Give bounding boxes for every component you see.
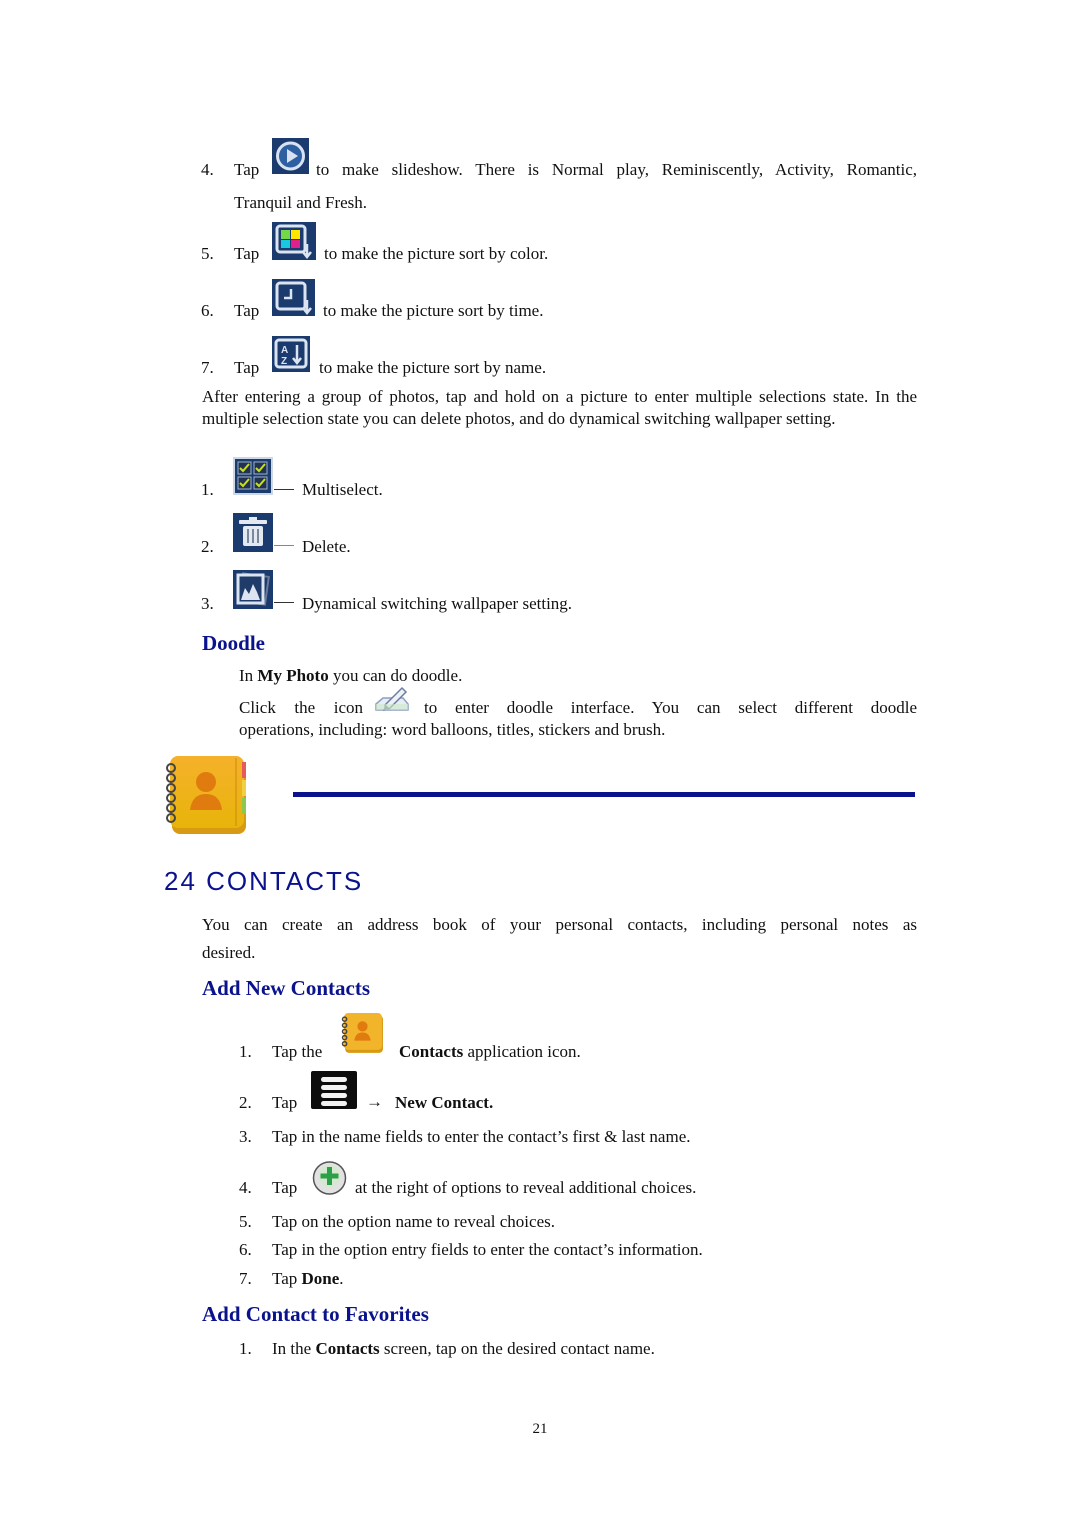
chapter-intro-line-1: You can create an address book of your p… [202,915,917,934]
step-text: to make the picture sort by color. [324,244,549,263]
step-number: 7. [239,1269,252,1288]
sort-by-color-icon [272,222,316,260]
step-number: 6. [239,1240,252,1259]
arrow-right-icon: → [366,1092,383,1111]
step-tap-label: Tap [234,301,260,320]
chapter-intro-line-2: desired. [202,943,256,962]
contacts-app-icon [162,754,250,838]
chapter-divider-rule [293,792,915,797]
step-number: 3. [239,1127,252,1146]
svg-text:Z: Z [281,356,287,367]
item-label: Delete. [302,537,351,556]
step-number: 5. [201,244,214,263]
step-number: 2. [239,1093,252,1112]
step-pre: Tap [272,1178,298,1197]
doodle-heading: Doodle [202,631,265,655]
connector-line [274,545,294,546]
doodle-line-1: In My Photo you can do doodle. [239,666,462,686]
doodle-pen-icon [373,684,411,714]
step-number: 1. [239,1339,252,1358]
contacts-app-name: Contacts [399,1042,464,1061]
sort-by-name-icon: A Z [272,336,310,372]
item-label: Multiselect. [302,480,383,499]
step-tap-label: Tap [234,358,260,377]
doodle-line-1-pre: In [239,666,258,685]
step-pre: Tap the [272,1042,323,1061]
step-number: 5. [239,1212,252,1231]
step-tap-label: Tap [234,160,260,179]
step-post: screen, tap on the desired contact name. [379,1339,655,1358]
sort-by-time-icon [272,279,315,316]
doodle-line-3: operations, including: word balloons, ti… [239,720,666,739]
contacts-screen-name: Contacts [315,1339,380,1358]
step-post: at the right of options to reveal additi… [355,1178,697,1197]
step-pre: In the [272,1339,316,1358]
step-post: . [339,1269,344,1288]
item-number: 3. [201,594,214,613]
my-photo-app-name: My Photo [257,666,329,685]
delete-icon [233,513,273,552]
step-tap-label: Tap [234,244,260,263]
multiselect-icon [233,457,273,495]
step-number: 6. [201,301,214,320]
step-number: 4. [201,160,214,179]
menu-icon [311,1071,357,1109]
item-number: 1. [201,480,214,499]
step-pre: Tap [272,1269,302,1288]
step-text: Tap in the option entry fields to enter … [272,1240,703,1259]
item-number: 2. [201,537,214,556]
contacts-app-small-icon [340,1012,385,1055]
add-plus-icon [311,1160,348,1196]
svg-text:A: A [281,345,288,356]
step-text: In the Contacts screen, tap on the desir… [272,1339,655,1359]
connector-line [274,602,294,603]
new-contact-menu-item: New Contact. [395,1093,494,1112]
step-text: to make slideshow. There is Normal play,… [316,160,917,179]
step-text-continued: Tranquil and Fresh. [234,193,368,212]
doodle-line-2-pre: Click the icon [239,698,363,717]
step-text: to make the picture sort by time. [323,301,544,320]
play-slideshow-icon [272,138,309,174]
step-text: Tap in the name fields to enter the cont… [272,1127,691,1146]
doodle-line-1-post: you can do doodle. [328,666,463,685]
multiselect-intro-paragraph: After entering a group of photos, tap an… [202,387,917,428]
add-to-favorites-heading: Add Contact to Favorites [202,1302,429,1326]
step-text: Tap Done. [272,1269,344,1289]
step-number: 4. [239,1178,252,1197]
chapter-title: 24 CONTACTS [164,866,364,896]
doodle-line-2-post: to enter doodle interface. You can selec… [424,698,917,717]
step-number: 7. [201,358,214,377]
step-post: application icon. [463,1042,581,1061]
step-text: to make the picture sort by name. [319,358,547,377]
step-text: Tap on the option name to reveal choices… [272,1212,555,1231]
step-text: Contacts application icon. [399,1042,581,1062]
connector-line [274,489,294,490]
add-new-contacts-heading: Add New Contacts [202,976,370,1000]
wallpaper-icon [233,570,273,609]
step-pre: Tap [272,1093,298,1112]
done-button-label: Done [301,1269,340,1288]
page-number: 21 [532,1421,548,1437]
item-label: Dynamical switching wallpaper setting. [302,594,573,613]
step-number: 1. [239,1042,252,1061]
